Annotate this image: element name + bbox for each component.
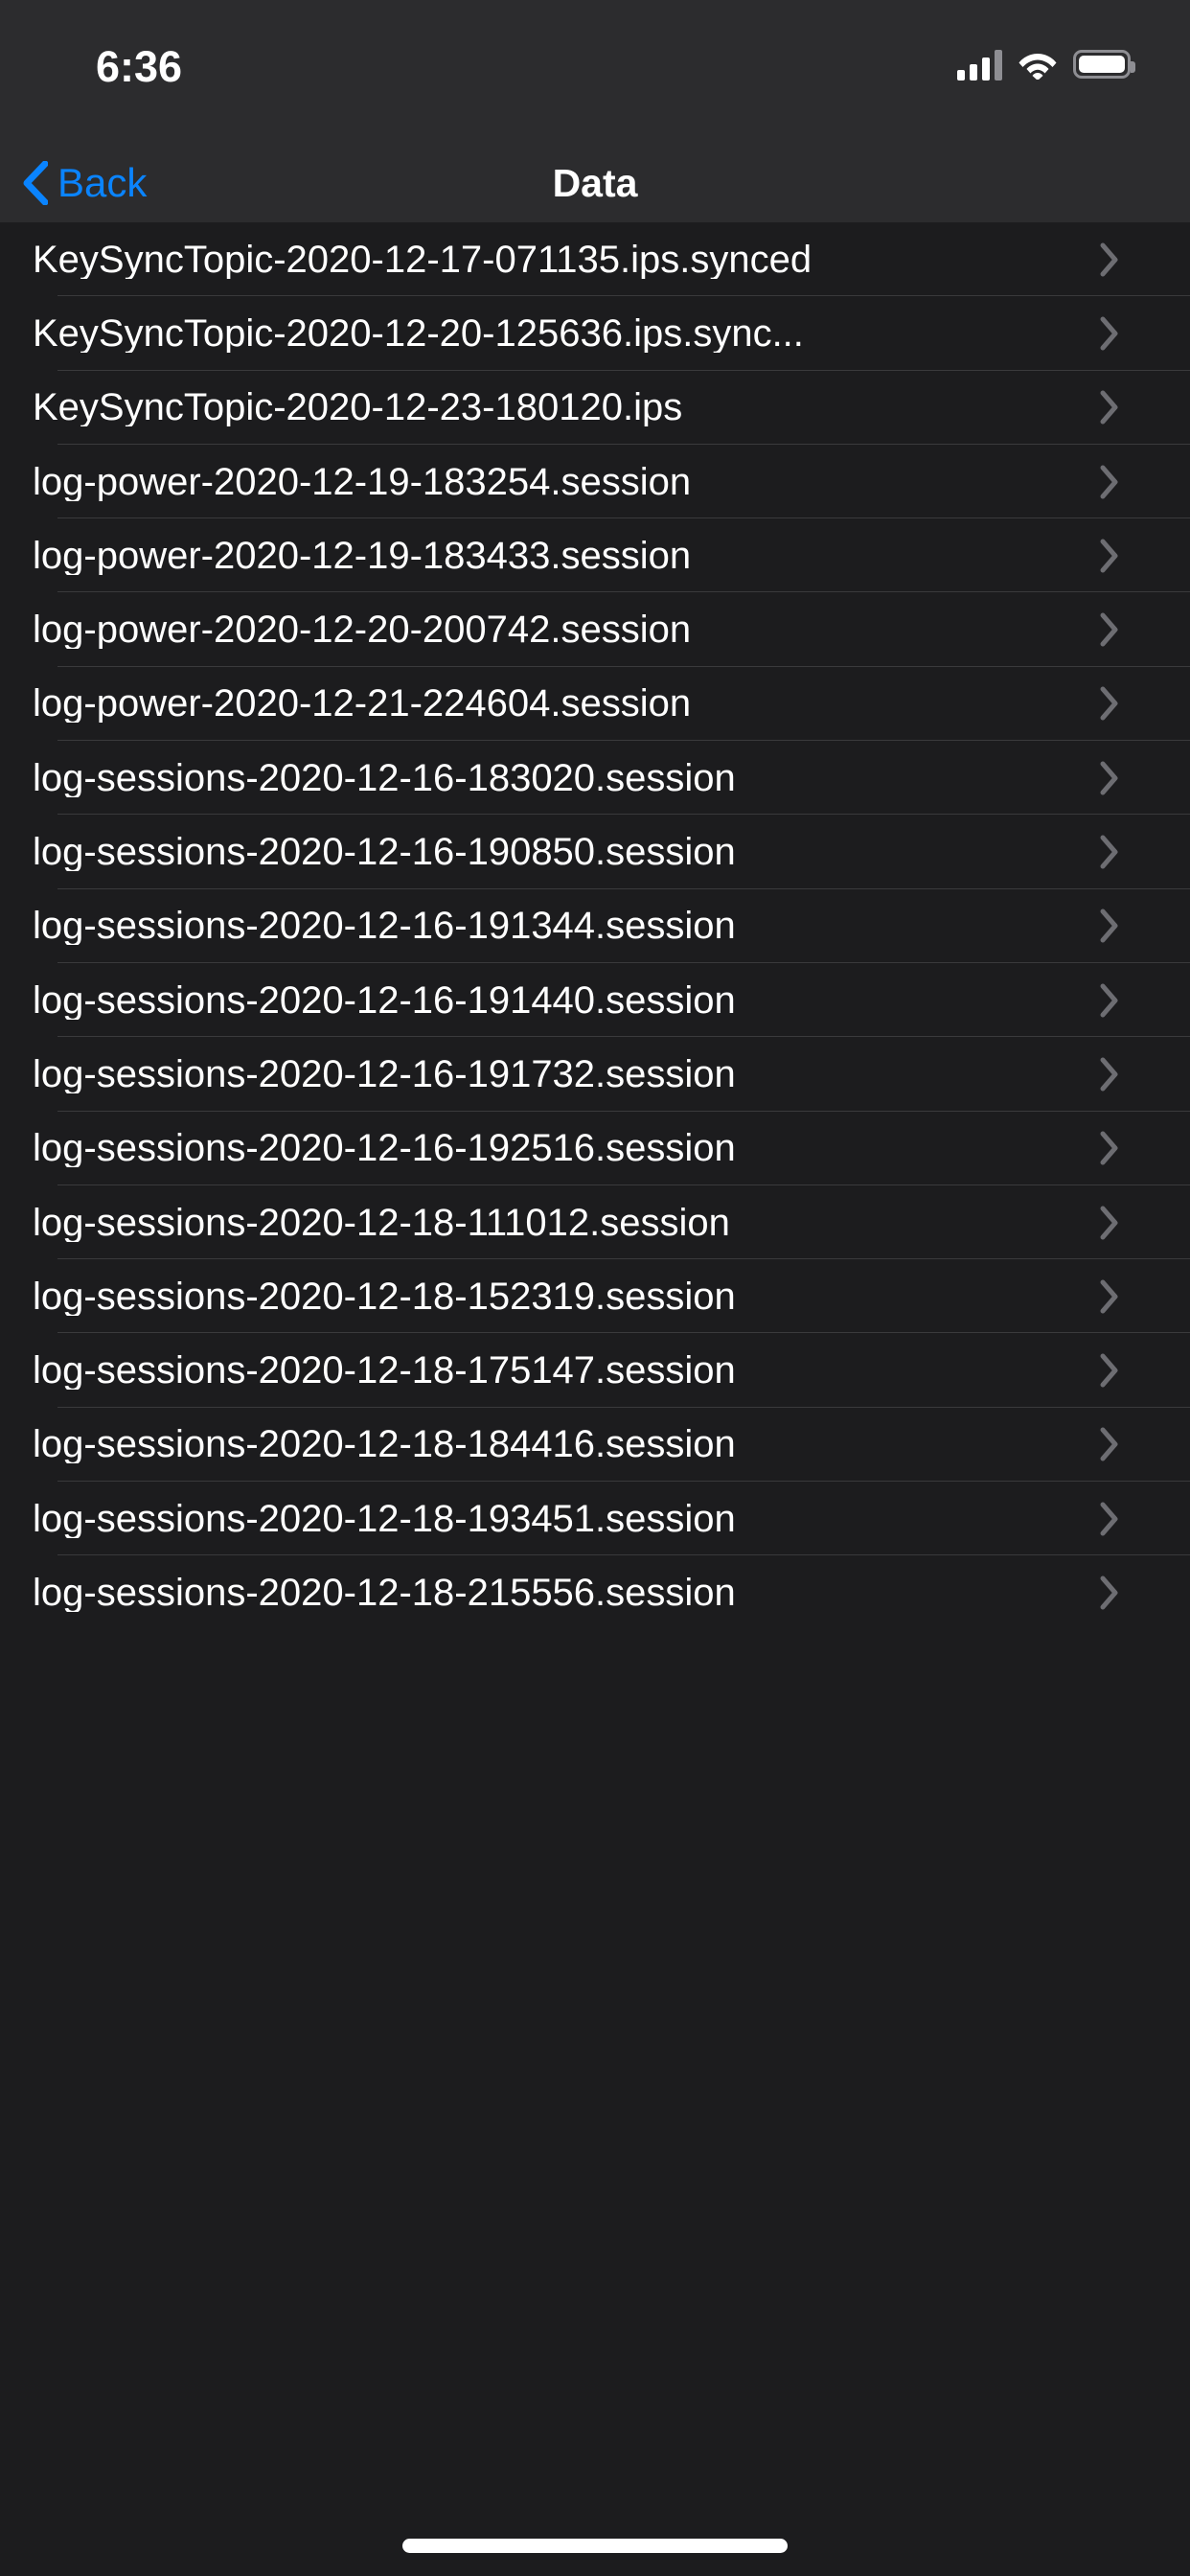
list-item-label: log-sessions-2020-12-18-111012.session xyxy=(33,1203,730,1242)
list-item[interactable]: log-sessions-2020-12-16-191344.session xyxy=(0,888,1190,963)
home-indicator[interactable] xyxy=(402,2539,788,2553)
list-item-label: KeySyncTopic-2020-12-17-071135.ips.synce… xyxy=(33,240,812,279)
list-item-label: log-sessions-2020-12-16-191344.session xyxy=(33,907,736,946)
chevron-right-icon xyxy=(1100,390,1190,425)
chevron-right-icon xyxy=(1100,761,1190,795)
list-item[interactable]: log-power-2020-12-19-183254.session xyxy=(0,444,1190,519)
list-item-label: log-power-2020-12-20-200742.session xyxy=(33,610,692,650)
list-item-label: log-sessions-2020-12-16-183020.session xyxy=(33,758,736,797)
list-item[interactable]: KeySyncTopic-2020-12-20-125636.ips.sync.… xyxy=(0,296,1190,371)
list-item[interactable]: KeySyncTopic-2020-12-17-071135.ips.synce… xyxy=(0,222,1190,297)
list-item[interactable]: log-sessions-2020-12-16-183020.session xyxy=(0,741,1190,816)
list-item-label: log-sessions-2020-12-16-191440.session xyxy=(33,980,736,1020)
list-item-label: KeySyncTopic-2020-12-23-180120.ips xyxy=(33,388,683,427)
list-item[interactable]: log-sessions-2020-12-16-191732.session xyxy=(0,1037,1190,1112)
chevron-right-icon xyxy=(1100,316,1190,351)
chevron-right-icon xyxy=(1100,539,1190,573)
list-item[interactable]: log-sessions-2020-12-18-215556.session xyxy=(0,1555,1190,1630)
list-item[interactable]: log-power-2020-12-20-200742.session xyxy=(0,592,1190,667)
chevron-right-icon xyxy=(1100,908,1190,943)
chevron-right-icon xyxy=(1100,1131,1190,1165)
battery-icon xyxy=(1073,50,1135,79)
chevron-right-icon xyxy=(1100,686,1190,721)
file-list[interactable]: KeySyncTopic-2020-12-17-071135.ips.synce… xyxy=(0,222,1190,2576)
chevron-right-icon xyxy=(1100,1279,1190,1314)
chevron-right-icon xyxy=(1100,1206,1190,1240)
list-item-label: log-sessions-2020-12-18-193451.session xyxy=(33,1499,736,1538)
list-item-label: log-power-2020-12-19-183433.session xyxy=(33,536,692,575)
wifi-icon xyxy=(1018,48,1057,80)
list-item-label: KeySyncTopic-2020-12-20-125636.ips.sync.… xyxy=(33,313,804,353)
list-item[interactable]: log-sessions-2020-12-18-175147.session xyxy=(0,1333,1190,1408)
list-item-label: log-sessions-2020-12-18-215556.session xyxy=(33,1573,736,1612)
status-bar-time: 6:36 xyxy=(96,42,183,91)
chevron-right-icon xyxy=(1100,242,1190,277)
chevron-right-icon xyxy=(1100,1427,1190,1461)
chevron-right-icon xyxy=(1100,612,1190,647)
navigation-bar: Back Data xyxy=(0,144,1190,222)
cellular-signal-icon xyxy=(957,48,1002,80)
chevron-right-icon xyxy=(1100,1057,1190,1092)
list-item-label: log-sessions-2020-12-16-191732.session xyxy=(33,1054,736,1093)
list-item-label: log-sessions-2020-12-18-175147.session xyxy=(33,1351,736,1391)
list-item[interactable]: log-sessions-2020-12-16-190850.session xyxy=(0,815,1190,889)
chevron-right-icon xyxy=(1100,1576,1190,1610)
page-title: Data xyxy=(552,160,638,205)
list-item-label: log-sessions-2020-12-16-190850.session xyxy=(33,833,736,872)
list-item[interactable]: log-sessions-2020-12-18-152319.session xyxy=(0,1259,1190,1334)
list-item-label: log-sessions-2020-12-16-192516.session xyxy=(33,1129,736,1168)
status-bar: 6:36 xyxy=(0,0,1190,144)
chevron-right-icon xyxy=(1100,465,1190,499)
phone-screen: 6:36 Back Data KeySyncTopic-2020-12-17-0… xyxy=(0,0,1190,2576)
list-item[interactable]: KeySyncTopic-2020-12-23-180120.ips xyxy=(0,370,1190,445)
list-item-label: log-power-2020-12-21-224604.session xyxy=(33,684,692,724)
list-item-label: log-sessions-2020-12-18-152319.session xyxy=(33,1276,736,1316)
chevron-right-icon xyxy=(1100,835,1190,869)
status-bar-indicators xyxy=(957,48,1135,80)
list-item[interactable]: log-sessions-2020-12-16-191440.session xyxy=(0,962,1190,1038)
list-item[interactable]: log-power-2020-12-21-224604.session xyxy=(0,666,1190,742)
chevron-right-icon xyxy=(1100,1353,1190,1388)
list-item-label: log-power-2020-12-19-183254.session xyxy=(33,462,692,501)
list-item-label: log-sessions-2020-12-18-184416.session xyxy=(33,1425,736,1464)
list-item[interactable]: log-power-2020-12-19-183433.session xyxy=(0,518,1190,593)
chevron-right-icon xyxy=(1100,1502,1190,1536)
chevron-right-icon xyxy=(1100,983,1190,1018)
list-item[interactable]: log-sessions-2020-12-18-111012.session xyxy=(0,1184,1190,1260)
list-item[interactable]: log-sessions-2020-12-16-192516.session xyxy=(0,1111,1190,1185)
list-item[interactable]: log-sessions-2020-12-18-184416.session xyxy=(0,1407,1190,1483)
list-item[interactable]: log-sessions-2020-12-18-193451.session xyxy=(0,1482,1190,1556)
